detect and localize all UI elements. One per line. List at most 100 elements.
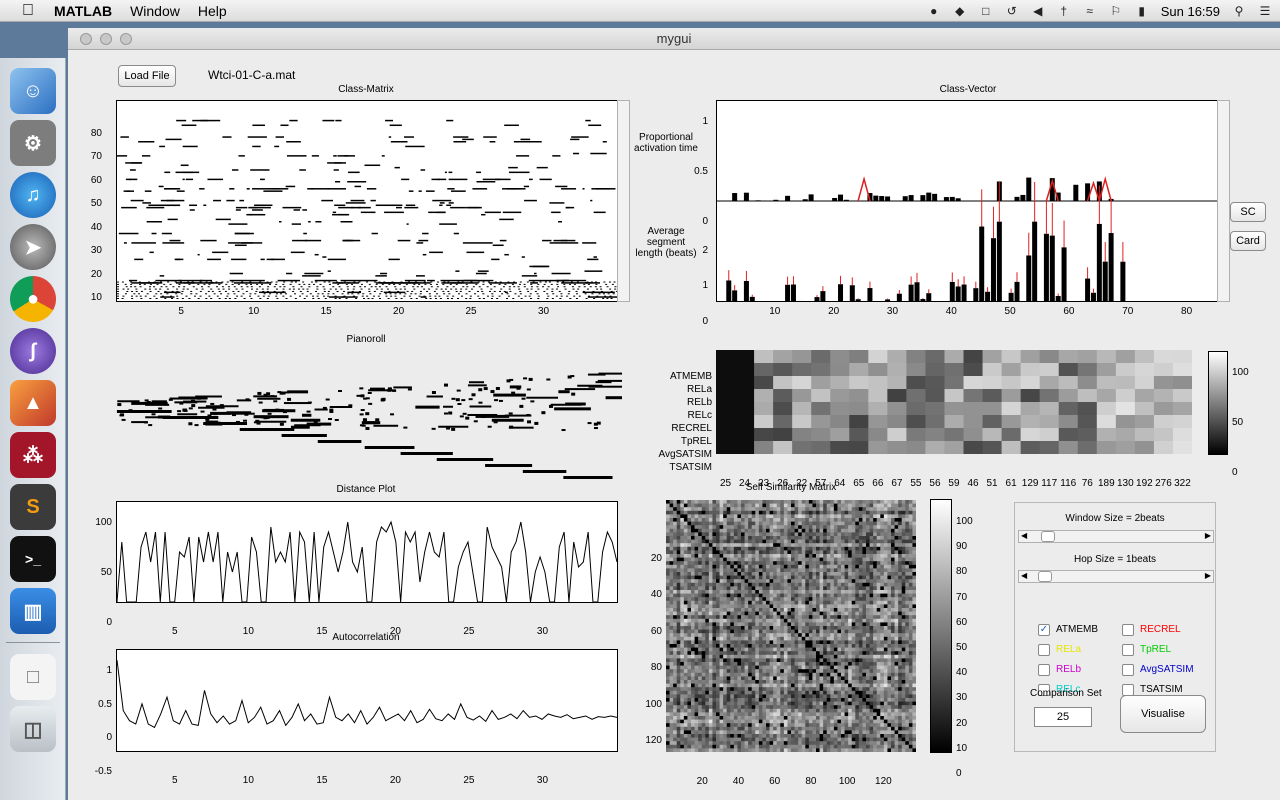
ssm-cell — [812, 554, 817, 558]
ssm-cell — [823, 586, 828, 591]
ssm-cell — [862, 665, 867, 670]
ssm-cell — [687, 622, 692, 627]
matlab-icon[interactable]: ▲ — [10, 380, 56, 426]
ssm-cell — [791, 518, 795, 522]
ssm-cell — [891, 651, 895, 656]
sublime-icon[interactable]: S — [10, 484, 56, 530]
document-icon[interactable]: □ — [10, 654, 56, 700]
ssm-cell — [751, 593, 756, 598]
class-matrix-segment — [125, 162, 142, 164]
copy-icon[interactable]: □ — [979, 4, 993, 18]
ssm-cell — [794, 564, 799, 569]
flag-icon[interactable]: ⚐ — [1109, 4, 1123, 18]
ssm-cell — [726, 528, 731, 533]
ssm-cell — [748, 532, 753, 537]
mendeley-icon[interactable]: ⁂ — [10, 432, 56, 478]
ssm-cell — [712, 597, 717, 602]
heatmap-cell — [906, 389, 926, 403]
ssm-cell — [766, 622, 770, 627]
ssm-cell — [805, 514, 810, 519]
class-matrix-segment — [430, 281, 433, 283]
bluetooth-icon[interactable]: † — [1057, 4, 1071, 18]
ssm-cell — [737, 582, 742, 587]
ssm-cell — [898, 669, 903, 674]
trash-icon[interactable]: ◫ — [10, 706, 56, 752]
ssm-cell — [883, 593, 888, 598]
close-button[interactable] — [80, 33, 92, 45]
ssm-cell — [691, 644, 695, 648]
ssm-cell — [894, 669, 899, 674]
ssm-cell — [783, 644, 788, 648]
ssm-cell — [755, 572, 760, 576]
chrome-icon[interactable]: ● — [10, 276, 56, 322]
volume-icon[interactable]: ◀ — [1031, 4, 1045, 18]
ssm-cell — [801, 518, 806, 522]
ssm-cell — [673, 572, 678, 576]
ssm-cell — [691, 528, 695, 533]
itunes-icon[interactable]: ♫ — [10, 172, 56, 218]
ssm-cell — [858, 546, 863, 551]
list-icon[interactable]: ☰ — [1258, 4, 1272, 18]
search-icon[interactable]: ⚲ — [1232, 4, 1246, 18]
heatmap-colorbar-tick: 100 — [1232, 367, 1249, 378]
keynote-icon[interactable]: ▥ — [10, 588, 56, 634]
ssm-cell — [726, 669, 731, 674]
launchpad-icon[interactable]: ➤ — [10, 224, 56, 270]
class-matrix-segment — [138, 281, 141, 283]
system-preferences-icon[interactable]: ⚙ — [10, 120, 56, 166]
class-matrix-segment — [542, 286, 545, 288]
class-matrix-segment — [494, 281, 497, 283]
ssm-cell — [755, 665, 760, 670]
notification-icon[interactable]: ● — [927, 4, 941, 18]
ssm-cell — [730, 597, 735, 602]
ssm-cell — [841, 608, 845, 612]
ssm-cell — [898, 590, 903, 594]
card-button[interactable]: Card — [1230, 231, 1266, 251]
finder-icon[interactable]: ☺ — [10, 68, 56, 114]
class-vector-scrollbar[interactable] — [1217, 100, 1230, 302]
apple-icon[interactable]:  — [22, 2, 40, 20]
class-matrix-segment — [208, 295, 211, 297]
ssm-cell — [869, 600, 874, 605]
ssm-cell — [666, 561, 670, 566]
ssm-cell — [841, 615, 845, 620]
terminal-icon[interactable]: >_ — [10, 536, 56, 582]
emacs-icon[interactable]: ∫ — [10, 328, 56, 374]
class-matrix-segment — [149, 286, 152, 288]
ssm-cell — [708, 510, 713, 515]
menu-window[interactable]: Window — [130, 3, 180, 19]
ssm-cell — [755, 636, 760, 641]
minimize-button[interactable] — [100, 33, 112, 45]
battery-icon[interactable]: ▮ — [1135, 4, 1149, 18]
ssm-cell — [862, 654, 867, 659]
dropbox-icon[interactable]: ◆ — [953, 4, 967, 18]
menubar-clock[interactable]: Sun 16:59 — [1161, 4, 1220, 19]
class-matrix-segment — [253, 204, 265, 207]
ssm-cell — [905, 669, 910, 674]
ssm-cell — [673, 651, 678, 656]
class-matrix-segment — [400, 298, 403, 299]
heatmap-cell — [1077, 350, 1098, 364]
ssm-cell — [737, 622, 742, 627]
time-machine-icon[interactable]: ↺ — [1005, 4, 1019, 18]
ssm-cell — [726, 546, 731, 551]
ssm-cell — [908, 546, 913, 551]
ssm-cell — [726, 618, 731, 623]
zoom-button[interactable] — [120, 33, 132, 45]
ssm-cell — [837, 503, 842, 508]
ssm-cell — [798, 636, 803, 641]
wifi-icon[interactable]: ≈ — [1083, 4, 1097, 18]
class-matrix-scrollbar[interactable] — [617, 100, 630, 302]
menu-app-name[interactable]: MATLAB — [54, 3, 112, 19]
class-matrix-segment — [172, 286, 175, 288]
sc-button[interactable]: SC — [1230, 202, 1266, 222]
menu-help[interactable]: Help — [198, 3, 227, 19]
ssm-cell — [826, 636, 831, 641]
ssm-cell — [851, 546, 856, 551]
class-matrix-segment — [123, 242, 127, 244]
ssm-cell — [819, 568, 824, 573]
ssm-cell — [783, 539, 788, 544]
ssm-cell — [848, 654, 853, 659]
ssm-cell — [683, 564, 688, 569]
ssm-cell — [873, 611, 878, 616]
